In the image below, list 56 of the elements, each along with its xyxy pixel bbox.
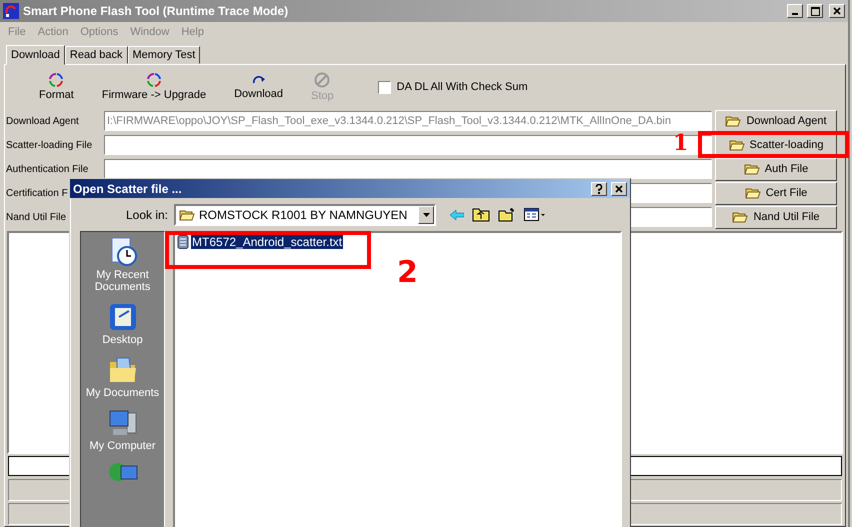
- text-file-icon: [177, 235, 190, 249]
- back-arrow-icon[interactable]: [450, 210, 464, 220]
- close-button[interactable]: [611, 182, 627, 196]
- arrows-cycle-icon: [49, 73, 64, 87]
- folder-icon: [728, 139, 744, 151]
- tab[interactable]: Download: [6, 45, 65, 65]
- field-label: Scatter-loading File: [6, 140, 92, 151]
- folder-icon: [179, 208, 195, 220]
- look-in-label: Look in:: [124, 208, 169, 222]
- tab[interactable]: Read back: [64, 46, 128, 64]
- close-button[interactable]: [829, 4, 845, 18]
- help-button[interactable]: [591, 182, 607, 196]
- browse-button[interactable]: Nand Util File: [715, 206, 837, 228]
- minimize-button[interactable]: [787, 4, 803, 18]
- browse-button[interactable]: Cert File: [715, 182, 837, 204]
- step-number: 2: [397, 255, 418, 290]
- path-field[interactable]: [104, 135, 712, 155]
- folder-icon: [744, 163, 760, 175]
- browse-button[interactable]: Auth File: [715, 158, 837, 180]
- close-icon: [833, 7, 841, 15]
- place-item[interactable]: Desktop: [82, 301, 163, 346]
- close-icon: [615, 184, 623, 192]
- place-item[interactable]: My Documents: [82, 354, 163, 399]
- caret-icon: [422, 212, 430, 216]
- new-folder-icon[interactable]: [498, 207, 516, 222]
- curved-arrow-icon: [252, 74, 266, 86]
- toolbar-button[interactable]: Format: [25, 73, 88, 101]
- toolbar-button[interactable]: Firmware -> Upgrade: [88, 73, 220, 101]
- browse-button[interactable]: Download Agent: [715, 110, 837, 132]
- checkbox[interactable]: [378, 80, 391, 94]
- view-menu-icon[interactable]: [524, 208, 546, 222]
- field-label: Download Agent: [6, 116, 79, 127]
- app-icon: [3, 3, 19, 19]
- checkbox-label: DA DL All With Check Sum: [396, 81, 528, 93]
- folder-icon: [732, 211, 748, 223]
- tab[interactable]: Memory Test: [128, 46, 200, 64]
- stop-icon: [314, 72, 330, 88]
- folder-icon: [725, 115, 742, 127]
- maximize-icon: [810, 6, 820, 16]
- path-field[interactable]: I:\FIRMWARE\oppo\JOY\SP_Flash_Tool_exe_v3.1344.0.212\SP_Flash_Tool_v3.1344.0.212\MTK_AllInOne_DA.bin: [104, 111, 712, 131]
- question-mark-icon: [595, 184, 603, 194]
- field-label: Certification F: [6, 188, 68, 199]
- path-field[interactable]: [104, 159, 712, 179]
- place-item[interactable]: My Recent Documents: [82, 236, 163, 293]
- toolbar-button[interactable]: Download: [220, 74, 297, 100]
- window-title: Smart Phone Flash Tool (Runtime Trace Mode): [23, 4, 290, 18]
- up-folder-icon[interactable]: [472, 207, 490, 222]
- field-label: Authentication File: [6, 164, 88, 175]
- field-label: Nand Util File: [6, 212, 66, 223]
- place-item[interactable]: My Computer: [82, 407, 163, 452]
- maximize-button[interactable]: [807, 4, 823, 18]
- folder-icon: [744, 187, 761, 199]
- look-in-dropdown[interactable]: ROMSTOCK R1001 BY NAMNGUYEN: [174, 204, 436, 226]
- step-number: 1: [673, 130, 688, 156]
- arrows-cycle-icon: [146, 73, 161, 87]
- dialog-title: Open Scatter file ...: [73, 182, 183, 196]
